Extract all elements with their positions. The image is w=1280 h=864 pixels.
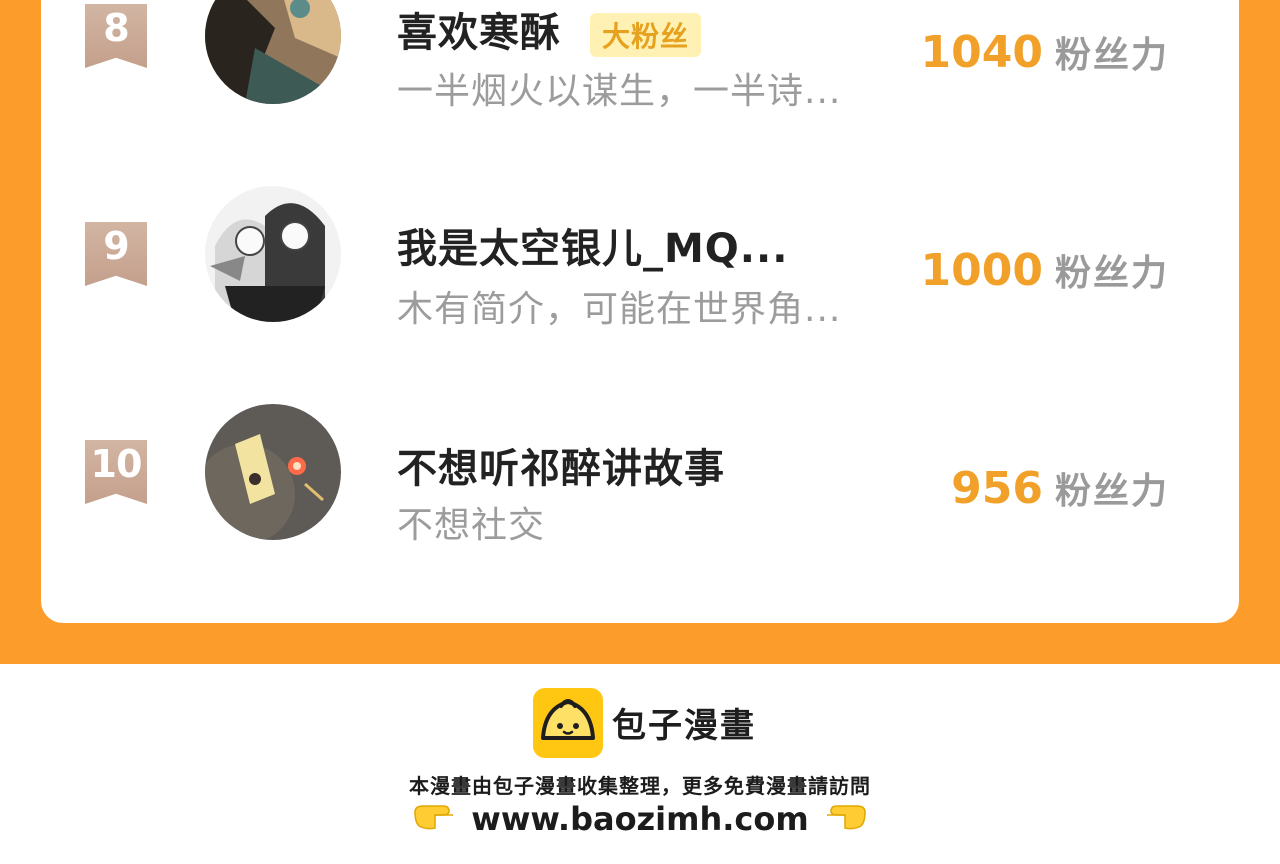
fan-score-value: 956 bbox=[951, 463, 1043, 514]
user-name[interactable]: 不想听祁醉讲故事 bbox=[397, 436, 725, 494]
ranking-row[interactable]: 8 喜欢寒酥 大粉丝 一半烟火以谋生，一半诗... 1040 粉丝力 bbox=[41, 0, 1239, 114]
fan-score-unit: 粉丝力 bbox=[1054, 253, 1169, 294]
rank-badge: 9 bbox=[85, 222, 147, 286]
fan-score: 1040 粉丝力 bbox=[921, 26, 1169, 78]
user-name-text: 我是太空银儿_MQ... bbox=[397, 226, 789, 272]
rank-badge: 10 bbox=[85, 440, 147, 504]
baozi-logo-icon[interactable] bbox=[533, 688, 603, 758]
ranking-row[interactable]: 10 不想听祁醉讲故事 不想社交 956 粉丝力 bbox=[41, 404, 1239, 550]
fan-ranking-card: 8 喜欢寒酥 大粉丝 一半烟火以谋生，一半诗... 1040 粉丝力 9 我是太… bbox=[41, 0, 1239, 623]
avatar[interactable] bbox=[205, 186, 341, 322]
fan-score-unit: 粉丝力 bbox=[1054, 471, 1169, 512]
site-logo-text[interactable]: 包子漫畫 bbox=[612, 698, 756, 747]
user-description: 一半烟火以谋生，一半诗... bbox=[397, 71, 842, 112]
baozi-logo-graphic bbox=[541, 699, 595, 740]
site-footer: 包子漫畫 本漫畫由包子漫畫收集整理，更多免費漫畫請訪問 www.baozimh.… bbox=[0, 664, 1280, 864]
avatar-image bbox=[205, 0, 341, 104]
fan-score-value: 1040 bbox=[920, 27, 1043, 78]
site-url-link[interactable]: www.baozimh.com bbox=[471, 800, 808, 838]
avatar[interactable] bbox=[205, 0, 341, 104]
user-name-text: 喜欢寒酥 bbox=[397, 10, 561, 56]
user-description: 不想社交 bbox=[397, 505, 546, 546]
avatar-image bbox=[205, 404, 341, 540]
user-name-text: 不想听祁醉讲故事 bbox=[397, 446, 725, 492]
fan-score-value: 1000 bbox=[920, 245, 1043, 296]
user-description: 木有简介，可能在世界角... bbox=[397, 289, 842, 330]
avatar[interactable] bbox=[205, 404, 341, 540]
ranking-row[interactable]: 9 我是太空银儿_MQ... 木有简介，可能在世界角... 1000 粉丝力 bbox=[41, 186, 1239, 332]
fan-score: 1000 粉丝力 bbox=[921, 244, 1169, 296]
footer-url-line: www.baozimh.com bbox=[0, 800, 1280, 840]
avatar-image bbox=[205, 186, 341, 322]
user-name[interactable]: 喜欢寒酥 大粉丝 bbox=[397, 0, 701, 58]
user-name[interactable]: 我是太空银儿_MQ... bbox=[397, 216, 788, 274]
footer-notice: 本漫畫由包子漫畫收集整理，更多免費漫畫請訪問 bbox=[409, 774, 871, 798]
fan-score: 956 粉丝力 bbox=[951, 462, 1169, 514]
pointing-left-hand-icon bbox=[823, 802, 867, 840]
fan-level-badge: 大粉丝 bbox=[589, 13, 701, 57]
pointing-right-hand-icon bbox=[413, 802, 457, 840]
rank-badge: 8 bbox=[85, 4, 147, 68]
fan-score-unit: 粉丝力 bbox=[1054, 35, 1169, 76]
